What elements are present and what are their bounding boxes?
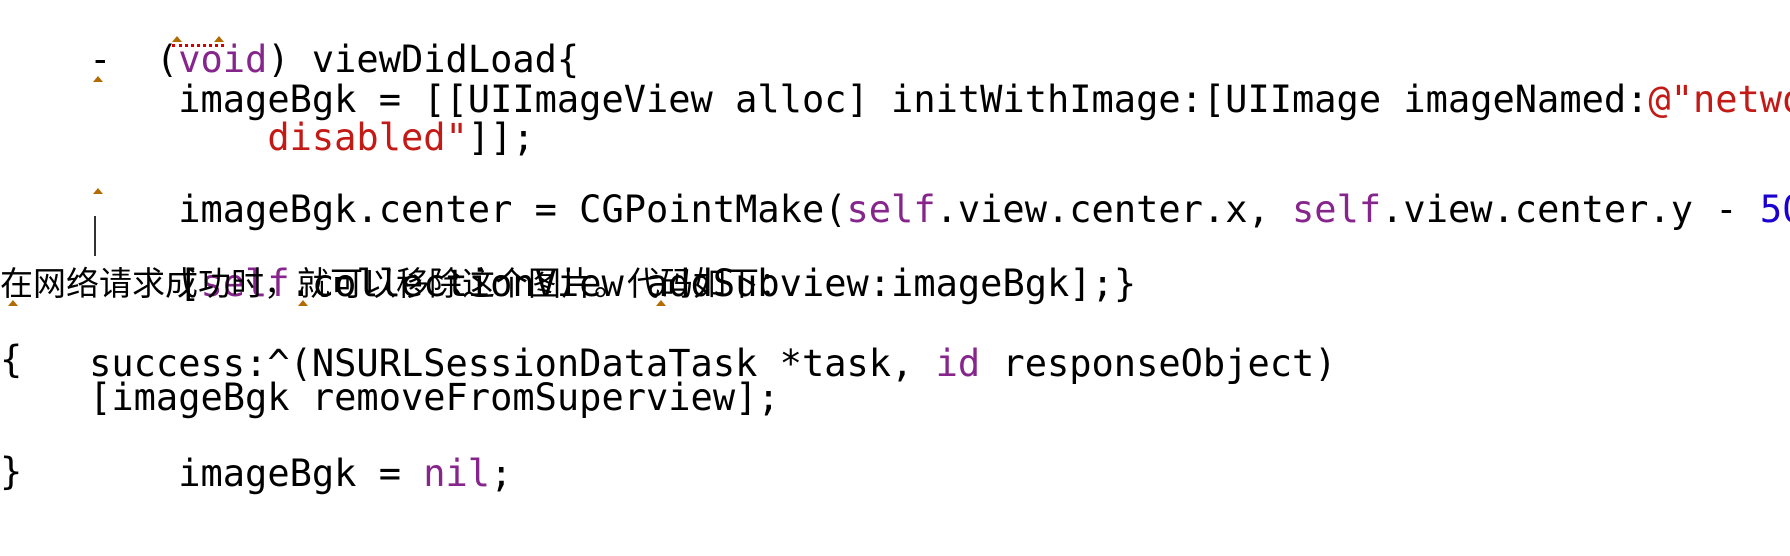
code-line-10: }: [0, 450, 23, 493]
code-text: imageBgk =: [89, 452, 424, 495]
annotation-marker-icon: [8, 300, 18, 306]
code-line-8: [imageBgk removeFromSuperview];: [0, 376, 780, 419]
code-line-4: imageBgk.center = CGPointMake(self.view.…: [0, 150, 1790, 230]
code-line-5: [self.collectionView addSubview:imageBgk…: [0, 224, 1136, 304]
prose-line: 在网络请求成功时，就可以移除这个图片。代码如下：: [0, 264, 792, 303]
code-text: responseObject): [980, 342, 1337, 385]
annotation-marker-icon: [298, 300, 308, 306]
keyword-nil: nil: [423, 452, 491, 495]
code-line-9: imageBgk = nil;: [0, 414, 512, 494]
code-text: .view.center.y -: [1381, 188, 1760, 231]
code-line-7: {: [0, 338, 23, 381]
annotation-marker-icon: [93, 76, 103, 82]
number-literal: 50: [1759, 188, 1790, 231]
code-line-2: imageBgk = [[UIImageView alloc] initWith…: [0, 40, 1790, 120]
annotation-marker-icon: [172, 36, 182, 42]
code-line-1: - (void) viewDidLoad{: [0, 0, 579, 80]
annotation-marker-icon: [214, 36, 224, 42]
code-line-6: success:^(NSURLSessionDataTask *task, id…: [0, 304, 1336, 384]
string-literal: @"network-: [1648, 78, 1790, 121]
keyword-id: id: [935, 342, 981, 385]
code-line-2-wrap: disabled"]];: [0, 78, 534, 158]
annotation-marker-icon: [656, 300, 666, 306]
annotation-marker-icon: [93, 188, 103, 194]
code-text: ;: [490, 452, 513, 495]
keyword-self: self: [1292, 188, 1382, 231]
code-editor[interactable]: - (void) viewDidLoad{ imageBgk = [[UIIma…: [0, 0, 1790, 556]
